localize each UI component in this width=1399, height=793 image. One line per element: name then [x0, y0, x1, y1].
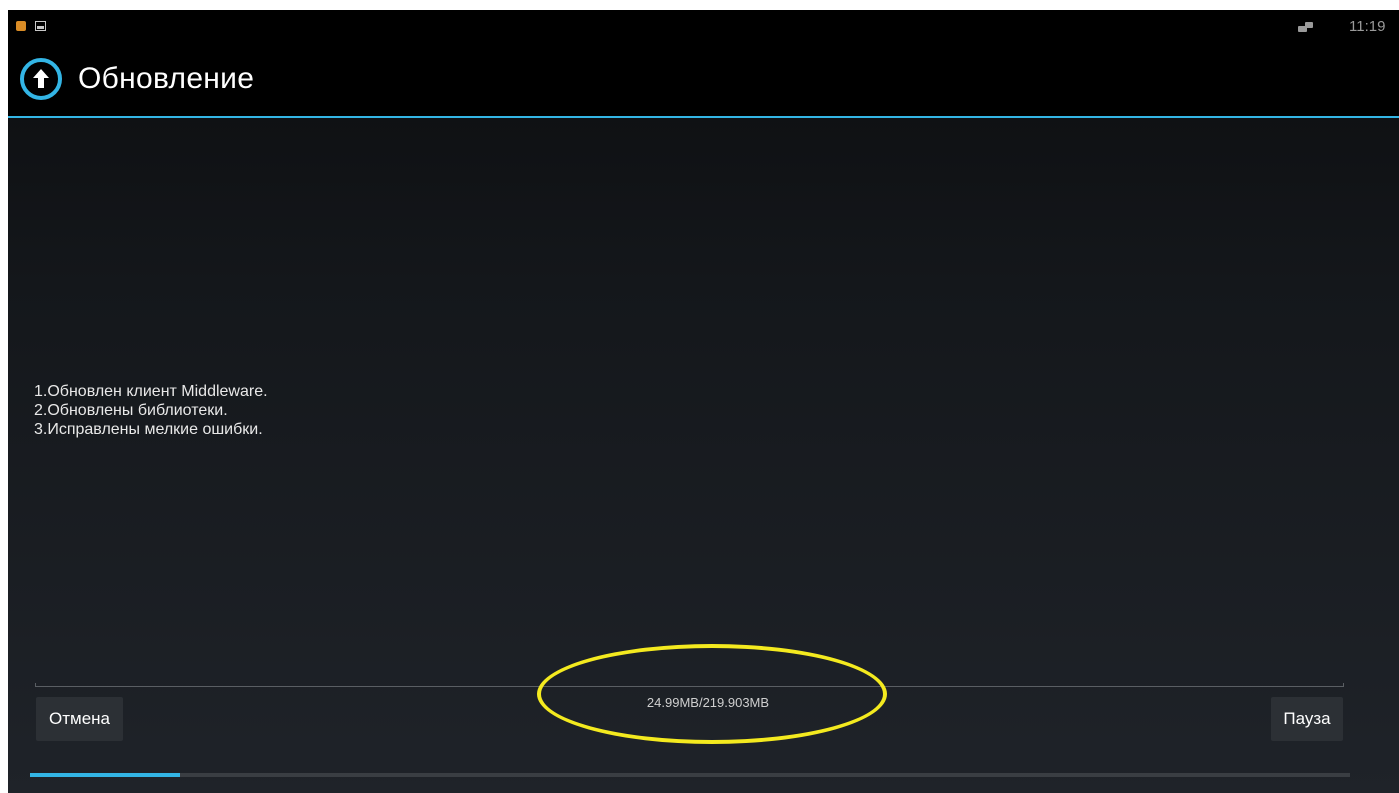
release-notes: 1.Обновлен клиент Middleware. 2.Обновлен…	[34, 382, 268, 439]
pause-button[interactable]: Пауза	[1271, 697, 1343, 741]
release-note-item: 3.Исправлены мелкие ошибки.	[34, 421, 263, 438]
status-bar: 11:19	[8, 10, 1399, 44]
upload-arrow-icon[interactable]	[18, 56, 64, 102]
status-time: 11:19	[1349, 18, 1386, 35]
action-bar: Обновление	[8, 44, 1399, 118]
cancel-button[interactable]: Отмена	[36, 697, 123, 741]
release-note-item: 1.Обновлен клиент Middleware.	[34, 383, 268, 400]
release-note-item: 2.Обновлены библиотеки.	[34, 402, 228, 419]
notification-icon	[16, 21, 26, 31]
page-title: Обновление	[78, 62, 255, 95]
android-screen: 11:19 Обновление 1.Обновлен клиент Middl…	[8, 10, 1399, 793]
network-icon	[1298, 22, 1314, 33]
gallery-icon	[35, 21, 46, 31]
highlight-annotation	[537, 644, 887, 744]
divider	[35, 683, 1344, 687]
download-size-label: 24.99MB/219.903MB	[646, 695, 770, 710]
download-progress-bar	[30, 773, 1350, 777]
download-progress-fill	[30, 773, 180, 777]
